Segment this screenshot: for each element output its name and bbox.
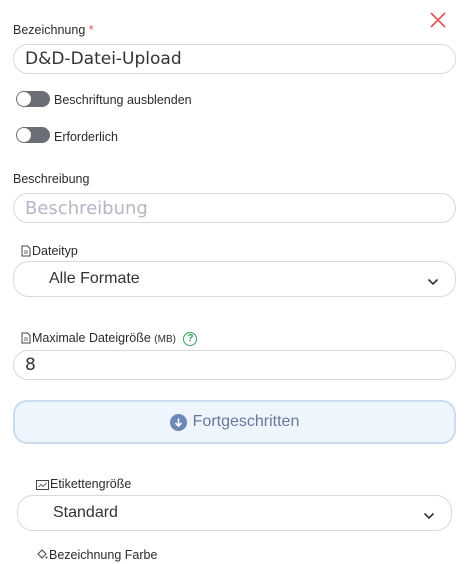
advanced-button-label: Fortgeschritten — [192, 413, 300, 430]
filetype-select[interactable]: Alle Formate — [13, 261, 456, 297]
description-input[interactable]: Beschreibung — [13, 193, 456, 223]
description-label: Beschreibung — [13, 172, 90, 186]
arrow-down-circle-icon — [169, 413, 187, 431]
name-label: Bezeichnung * — [13, 23, 94, 37]
max-size-unit: (MB) — [154, 334, 176, 345]
max-size-input[interactable]: 8 — [13, 350, 456, 380]
file-icon — [21, 245, 31, 260]
hide-label-toggle-label: Beschriftung ausblenden — [54, 93, 192, 107]
advanced-button[interactable]: Fortgeschritten — [13, 400, 456, 444]
label-size-label-text: Etikettengröße — [50, 477, 132, 491]
required-toggle-label: Erforderlich — [54, 130, 118, 144]
help-icon[interactable]: ? — [183, 332, 198, 346]
name-input-value: D&D-Datei-Upload — [25, 49, 182, 69]
paint-bucket-icon — [36, 549, 48, 564]
chevron-down-icon — [423, 508, 435, 520]
file-icon — [21, 332, 31, 347]
label-color-label-text: Bezeichnung Farbe — [49, 548, 158, 562]
filetype-select-value: Alle Formate — [49, 270, 140, 287]
description-placeholder: Beschreibung — [25, 197, 148, 219]
toggle-knob — [17, 92, 31, 106]
max-size-value: 8 — [25, 355, 36, 375]
required-toggle[interactable] — [16, 127, 50, 143]
tag-icon — [36, 479, 49, 493]
close-icon[interactable] — [428, 10, 448, 30]
label-size-label: Etikettengröße — [36, 477, 131, 493]
name-input[interactable]: D&D-Datei-Upload — [13, 44, 456, 74]
label-color-label: Bezeichnung Farbe — [36, 548, 157, 564]
hide-label-toggle[interactable] — [16, 91, 50, 107]
max-size-label-text: Maximale Dateigröße — [32, 331, 151, 345]
label-size-select-value: Standard — [53, 504, 118, 521]
toggle-knob — [17, 128, 31, 142]
name-label-text: Bezeichnung — [13, 23, 86, 37]
max-size-label: Maximale Dateigröße (MB) ? — [21, 331, 198, 347]
filetype-label-text: Dateityp — [32, 244, 78, 258]
filetype-label: Dateityp — [21, 244, 78, 260]
required-mark: * — [88, 23, 94, 37]
label-size-select[interactable]: Standard — [17, 495, 452, 531]
chevron-down-icon — [427, 274, 439, 286]
